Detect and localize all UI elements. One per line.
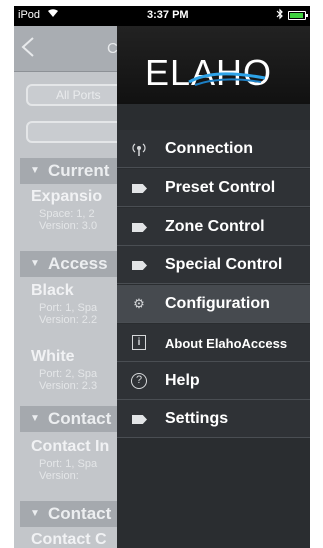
menu-item-label: About ElahoAccess xyxy=(165,336,288,351)
status-time: 3:37 PM xyxy=(147,9,189,21)
port-selector[interactable]: All Ports xyxy=(26,84,126,106)
menu-item-label: Help xyxy=(165,372,200,389)
chevron-down-icon: ▼ xyxy=(30,258,40,269)
back-icon[interactable] xyxy=(20,36,36,63)
battery-icon xyxy=(288,11,308,20)
logo-swoosh-icon xyxy=(188,72,266,86)
chevron-down-icon: ▼ xyxy=(30,165,40,176)
menu-item-configuration[interactable]: ⚙ Configuration xyxy=(117,285,310,323)
list-item-detail: Version: xyxy=(39,470,79,482)
menu-item-about[interactable]: i About ElahoAccess xyxy=(117,324,310,362)
tag-icon xyxy=(131,257,147,273)
status-bar: iPod 3:37 PM xyxy=(14,6,310,26)
section-title: Contact xyxy=(48,409,112,428)
menu-item-label: Configuration xyxy=(165,295,270,312)
list-item-detail: Port: 1, Spa xyxy=(39,458,98,470)
list-item-detail: Port: 1, Spa xyxy=(39,302,98,314)
device-screen: iPod 3:37 PM C All Ports ▼ Current Expan… xyxy=(14,6,310,548)
list-item-detail: Version: 2.2 xyxy=(39,314,98,326)
menu-item-preset-control[interactable]: Preset Control xyxy=(117,169,310,207)
menu-item-zone-control[interactable]: Zone Control xyxy=(117,208,310,246)
section-title: Current xyxy=(48,161,110,180)
chevron-down-icon: ▼ xyxy=(30,508,40,519)
bluetooth-icon xyxy=(276,8,284,23)
chevron-down-icon: ▼ xyxy=(30,413,40,424)
menu-item-connection[interactable]: Connection xyxy=(117,130,310,168)
list-item-detail: Version: 2.3 xyxy=(39,380,98,392)
menu-item-label: Connection xyxy=(165,140,253,157)
menu-item-settings[interactable]: Settings xyxy=(117,400,310,438)
side-menu: ELAHO Connection Preset Control Zone Con… xyxy=(117,26,310,548)
section-title: Contact xyxy=(48,504,112,523)
antenna-icon xyxy=(131,141,147,157)
list-item-title[interactable]: Expansio xyxy=(31,188,102,206)
gear-icon: ⚙ xyxy=(133,296,145,311)
info-icon: i xyxy=(131,335,147,351)
tag-icon xyxy=(131,219,147,235)
section-title: Access xyxy=(48,254,108,273)
list-item-title[interactable]: White xyxy=(31,348,75,366)
menu-item-help[interactable]: ? Help xyxy=(117,362,310,400)
menu-item-special-control[interactable]: Special Control xyxy=(117,246,310,284)
list-item-detail: Port: 2, Spa xyxy=(39,368,98,380)
wifi-icon xyxy=(47,8,59,21)
logo-header: ELAHO xyxy=(117,26,310,104)
list-item-detail: Space: 1, 2 xyxy=(39,208,95,220)
search-field[interactable] xyxy=(26,121,126,143)
help-icon: ? xyxy=(131,373,147,389)
menu-item-label: Settings xyxy=(165,410,229,427)
list-item-detail: Version: 3.0 xyxy=(39,220,98,232)
carrier-label: iPod xyxy=(18,9,41,21)
menu-item-label: Zone Control xyxy=(165,218,265,235)
menu-item-label: Special Control xyxy=(165,256,283,273)
list-item-title[interactable]: Contact In xyxy=(31,438,109,456)
tag-icon xyxy=(131,411,147,427)
tag-icon xyxy=(131,180,147,196)
list-item-title[interactable]: Black xyxy=(31,282,74,300)
menu-item-label: Preset Control xyxy=(165,179,276,196)
list-item-title[interactable]: Contact C xyxy=(31,531,107,548)
